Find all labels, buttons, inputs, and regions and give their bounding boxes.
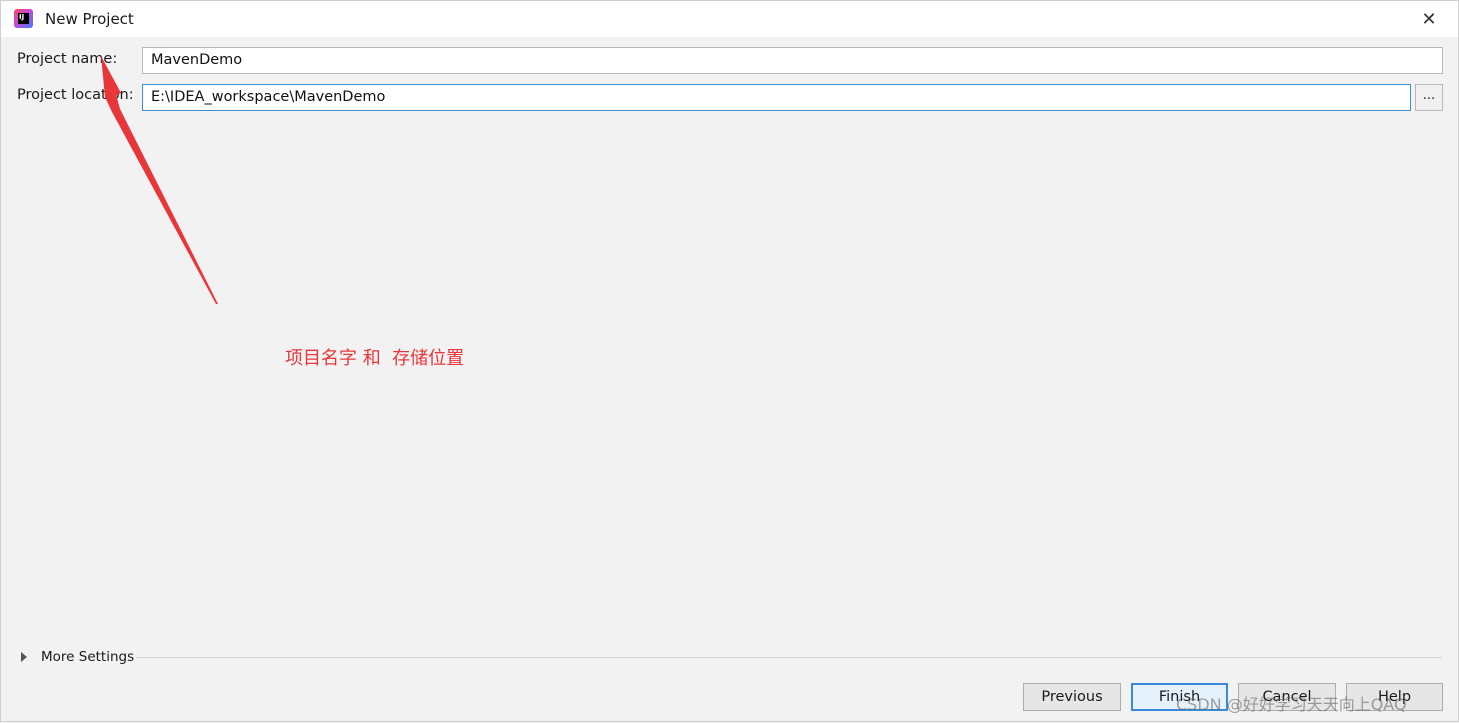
more-settings-label: More Settings bbox=[41, 649, 135, 665]
annotation-arrow bbox=[101, 56, 218, 304]
expand-triangle-icon bbox=[21, 652, 27, 662]
watermark: CSDN @好好学习天天向上QAQ bbox=[1176, 695, 1407, 714]
previous-button[interactable]: Previous bbox=[1023, 683, 1121, 711]
annotation-text: 项目名字 和 存储位置 bbox=[285, 348, 465, 369]
new-project-dialog: IJ New Project ✕ Project name: MavenDemo… bbox=[0, 0, 1459, 722]
more-settings-divider bbox=[136, 657, 1442, 658]
more-settings-toggle[interactable]: More Settings bbox=[21, 647, 134, 667]
